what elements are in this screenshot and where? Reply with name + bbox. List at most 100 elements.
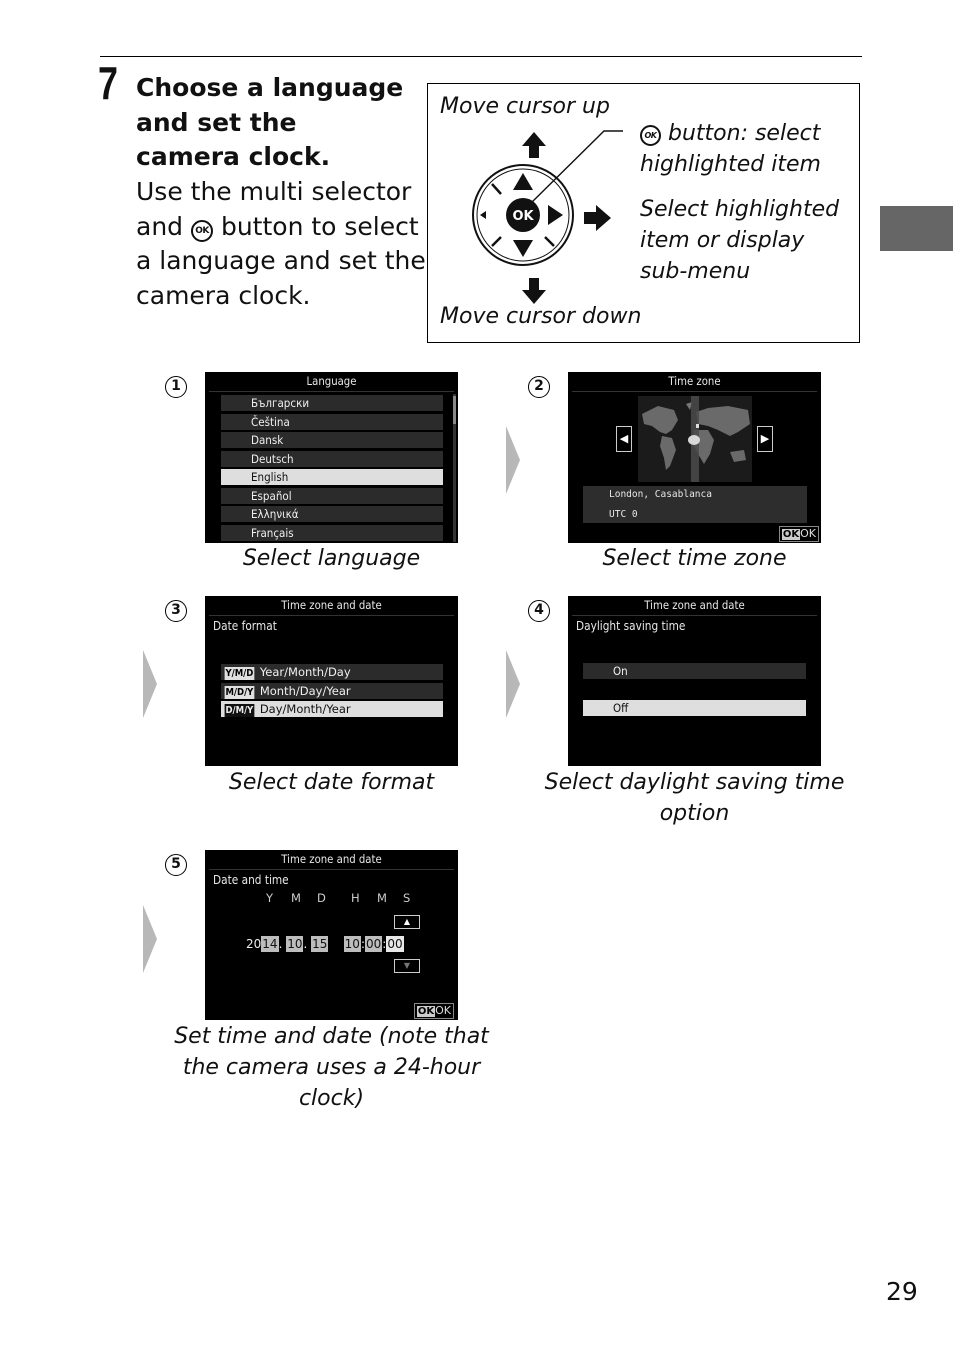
screen-title: Time zone and date xyxy=(644,598,745,612)
legend-ok-text: button: select highlighted item xyxy=(640,121,821,177)
dial-up-triangle xyxy=(513,173,533,190)
substep-caption-2: Select time zone xyxy=(602,546,787,571)
ok-leader-line xyxy=(529,130,623,205)
screen-title: Language xyxy=(306,374,357,388)
language-label: Dansk xyxy=(251,433,284,447)
legend-move-up: Move cursor up xyxy=(440,94,610,119)
substep-badge-5: 5 xyxy=(165,854,187,876)
dst-option-off-selected[interactable]: Off xyxy=(583,700,806,716)
screen-subtitle: Date and time xyxy=(213,873,289,887)
date-format-option[interactable]: Y/M/D Year/Month/Day xyxy=(221,664,443,680)
decrement-button[interactable]: ▼ xyxy=(394,959,420,973)
date-time-value: 2014. 10. 15 10:00:00 xyxy=(246,936,404,952)
format-tag: Y/M/D xyxy=(224,667,255,680)
dial-left-triangle xyxy=(480,211,486,219)
column-label-second: S xyxy=(403,891,411,905)
world-map xyxy=(638,396,752,482)
language-item[interactable]: Français xyxy=(221,524,443,541)
month-field[interactable]: 10 xyxy=(286,936,304,952)
column-label-hour: H xyxy=(351,891,360,905)
language-item[interactable]: Ελληνικά xyxy=(221,506,443,522)
arrow-up-icon xyxy=(522,132,546,158)
ok-confirm-button[interactable]: OKOK xyxy=(778,526,819,542)
dial-right-triangle xyxy=(548,205,563,225)
ok-label: OK xyxy=(435,1004,451,1017)
substep-caption-1: Select language xyxy=(242,546,421,571)
ok-button-icon: OK xyxy=(191,219,213,242)
flow-arrow-icon xyxy=(506,650,520,718)
format-label: Month/Day/Year xyxy=(259,683,351,698)
page-number: 29 xyxy=(886,1277,918,1306)
zone-name: London, Casablanca xyxy=(609,489,712,500)
ok-icon: OK xyxy=(781,529,801,540)
language-item-selected[interactable]: English xyxy=(221,469,443,485)
flow-arrow-icon xyxy=(143,650,157,718)
increment-button[interactable]: ▲ xyxy=(394,915,420,929)
ok-icon: OK xyxy=(416,1006,436,1017)
ok-confirm-button[interactable]: OKOK xyxy=(413,1003,454,1019)
substep-badge-3: 3 xyxy=(165,600,187,622)
language-item[interactable]: Deutsch xyxy=(221,450,443,467)
screen-title-divider xyxy=(209,869,454,870)
language-item[interactable]: Čeština xyxy=(221,413,443,430)
language-item[interactable]: Български xyxy=(221,395,443,411)
dst-label: Off xyxy=(613,701,629,715)
language-item[interactable]: Español xyxy=(221,487,443,504)
screen-title: Time zone and date xyxy=(281,852,382,866)
dst-option-on[interactable]: On xyxy=(583,663,806,679)
date-time-screen: Time zone and date Date and time Y M D H… xyxy=(205,850,458,1020)
language-item[interactable]: Dansk xyxy=(221,432,443,448)
year-field[interactable]: 14 xyxy=(261,936,279,952)
ok-label: OK xyxy=(800,527,816,540)
format-label: Year/Month/Day xyxy=(259,665,351,679)
dial-down-triangle xyxy=(513,240,533,257)
language-label: Български xyxy=(251,396,310,410)
screen-title-divider xyxy=(572,615,817,616)
substep-badge-4: 4 xyxy=(528,600,550,622)
language-screen: Language Български Čeština Dansk Deutsch… xyxy=(205,372,458,543)
column-label-year: Y xyxy=(266,891,274,905)
screen-title: Time zone xyxy=(668,374,721,388)
format-tag: M/D/Y xyxy=(224,685,255,699)
daylight-saving-screen: Time zone and date Daylight saving time … xyxy=(568,596,821,766)
minute-field[interactable]: 00 xyxy=(365,936,383,952)
date-format-option-selected[interactable]: D/M/Y Day/Month/Year xyxy=(221,701,443,717)
step-number: 7 xyxy=(98,57,118,109)
section-tab-marker xyxy=(880,206,953,251)
next-zone-button[interactable]: ▶ xyxy=(757,426,773,452)
ok-button-icon: OK xyxy=(640,125,661,146)
substep-caption-3: Select date format xyxy=(228,770,435,795)
time-zone-info-panel: London, Casablanca UTC 0 xyxy=(583,486,807,523)
step-body: Use the multi selector and OK button to … xyxy=(136,175,426,313)
dial-ok-label: OK xyxy=(512,209,534,224)
multi-selector-diagram: OK xyxy=(472,130,623,304)
date-format-option[interactable]: M/D/Y Month/Day/Year xyxy=(221,682,443,699)
format-tag: D/M/Y xyxy=(224,704,255,717)
top-rule xyxy=(100,56,862,57)
legend-ok-description: OK button: select highlighted item xyxy=(640,118,850,180)
previous-zone-button[interactable]: ◀ xyxy=(616,426,632,452)
day-field[interactable]: 15 xyxy=(311,936,329,952)
screen-title: Time zone and date xyxy=(281,598,382,612)
flow-arrow-icon xyxy=(143,905,157,973)
language-label: Ελληνικά xyxy=(251,507,299,521)
format-label: Day/Month/Year xyxy=(259,702,351,716)
multi-selector-legend: Move cursor up Move cursor down OK butto… xyxy=(427,83,860,343)
substep-badge-1: 1 xyxy=(165,376,187,398)
screen-subtitle: Daylight saving time xyxy=(576,619,686,633)
language-label: Français xyxy=(251,525,294,540)
dst-label: On xyxy=(613,664,628,678)
scrollbar-thumb[interactable] xyxy=(453,396,456,424)
screen-title-divider xyxy=(572,391,817,392)
hour-field[interactable]: 10 xyxy=(343,936,361,952)
flow-arrow-icon xyxy=(506,426,520,494)
substep-caption-4: Select daylight saving time option xyxy=(544,770,845,826)
year-prefix: 20 xyxy=(246,937,262,951)
substep-caption-5: Set time and date (note that the camera … xyxy=(174,1024,489,1111)
language-label: Deutsch xyxy=(251,451,294,466)
second-field-active[interactable]: 00 xyxy=(386,936,404,952)
time-zone-screen: Time zone ◀ ▶ London, Casablanca UTC 0 O… xyxy=(568,372,821,543)
utc-offset: UTC 0 xyxy=(609,509,638,520)
step-title: Choose a language and set the camera clo… xyxy=(136,73,404,171)
column-label-month: M xyxy=(291,891,301,905)
